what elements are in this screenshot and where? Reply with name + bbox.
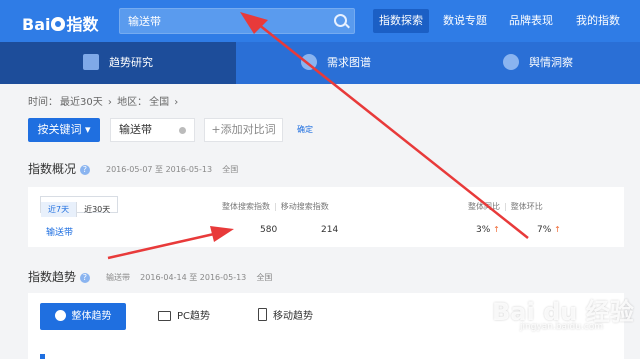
arrow-line-to-search	[257, 23, 529, 239]
arrow-line-to-value	[107, 232, 215, 260]
arrow-head-value	[210, 226, 234, 242]
arrow-head-search	[240, 12, 268, 34]
watermark-url: jingyan.baidu.com	[520, 322, 604, 332]
